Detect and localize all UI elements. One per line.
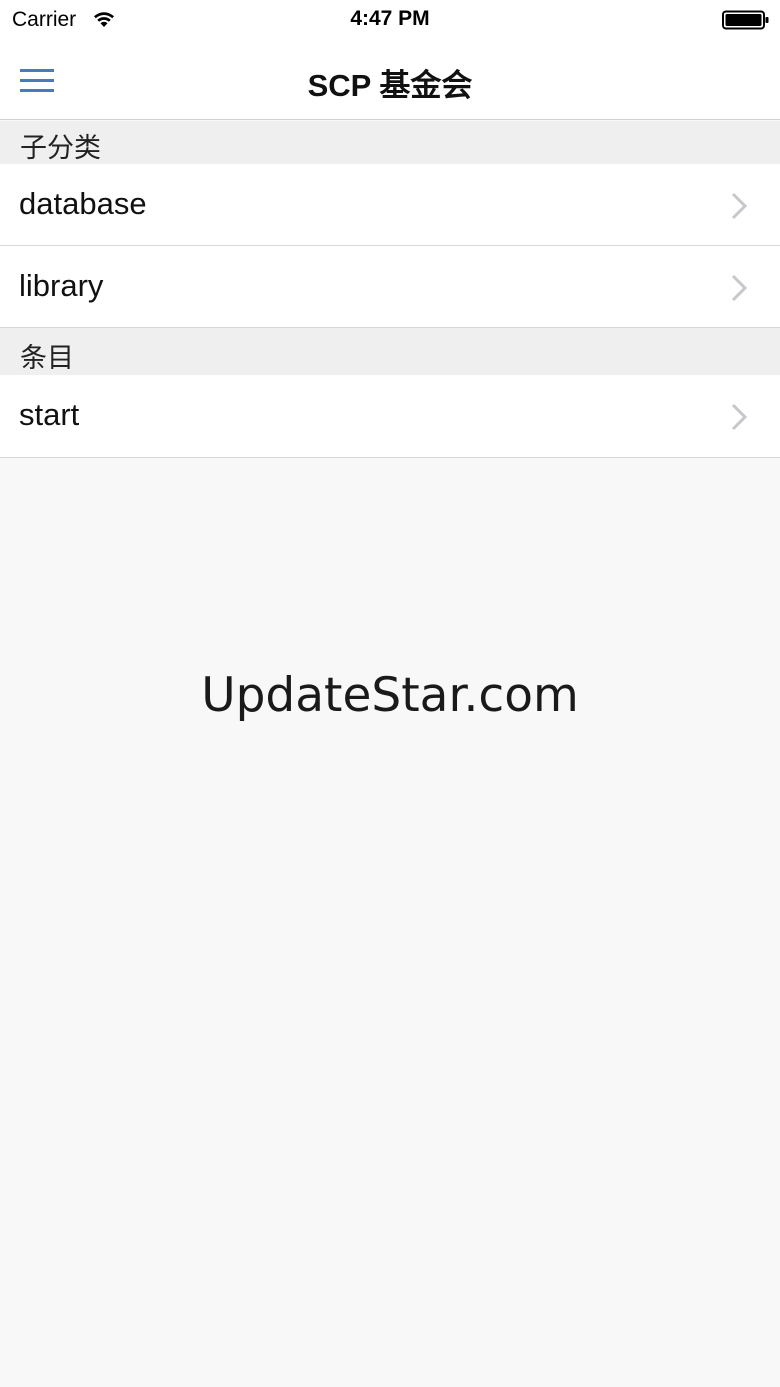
chevron-right-icon: [728, 402, 752, 432]
chevron-right-icon: [728, 273, 752, 303]
section-header-label: 条目: [20, 343, 74, 373]
section-header-label: 子分类: [20, 133, 101, 163]
list-item-database[interactable]: database: [0, 164, 780, 246]
list-item-label: start: [19, 397, 80, 432]
list-item-start[interactable]: start: [0, 375, 780, 458]
app-screen: Carrier 4:47 PM SCP 基金会 子分类 database lib…: [0, 0, 780, 1387]
list-item-label: database: [19, 186, 147, 221]
list-item-label: library: [19, 268, 104, 303]
chevron-right-icon: [728, 191, 752, 221]
list-item-library[interactable]: library: [0, 246, 780, 328]
watermark-text: UpdateStar.com: [201, 668, 579, 723]
section-header-entries: 条目: [0, 328, 780, 375]
clock-label: 4:47 PM: [350, 7, 430, 30]
status-bar: Carrier 4:47 PM: [0, 0, 780, 40]
battery-icon: [722, 10, 770, 30]
navigation-bar: SCP 基金会: [0, 40, 780, 120]
page-title: SCP 基金会: [307, 68, 473, 103]
section-header-subcategories: 子分类: [0, 121, 780, 164]
